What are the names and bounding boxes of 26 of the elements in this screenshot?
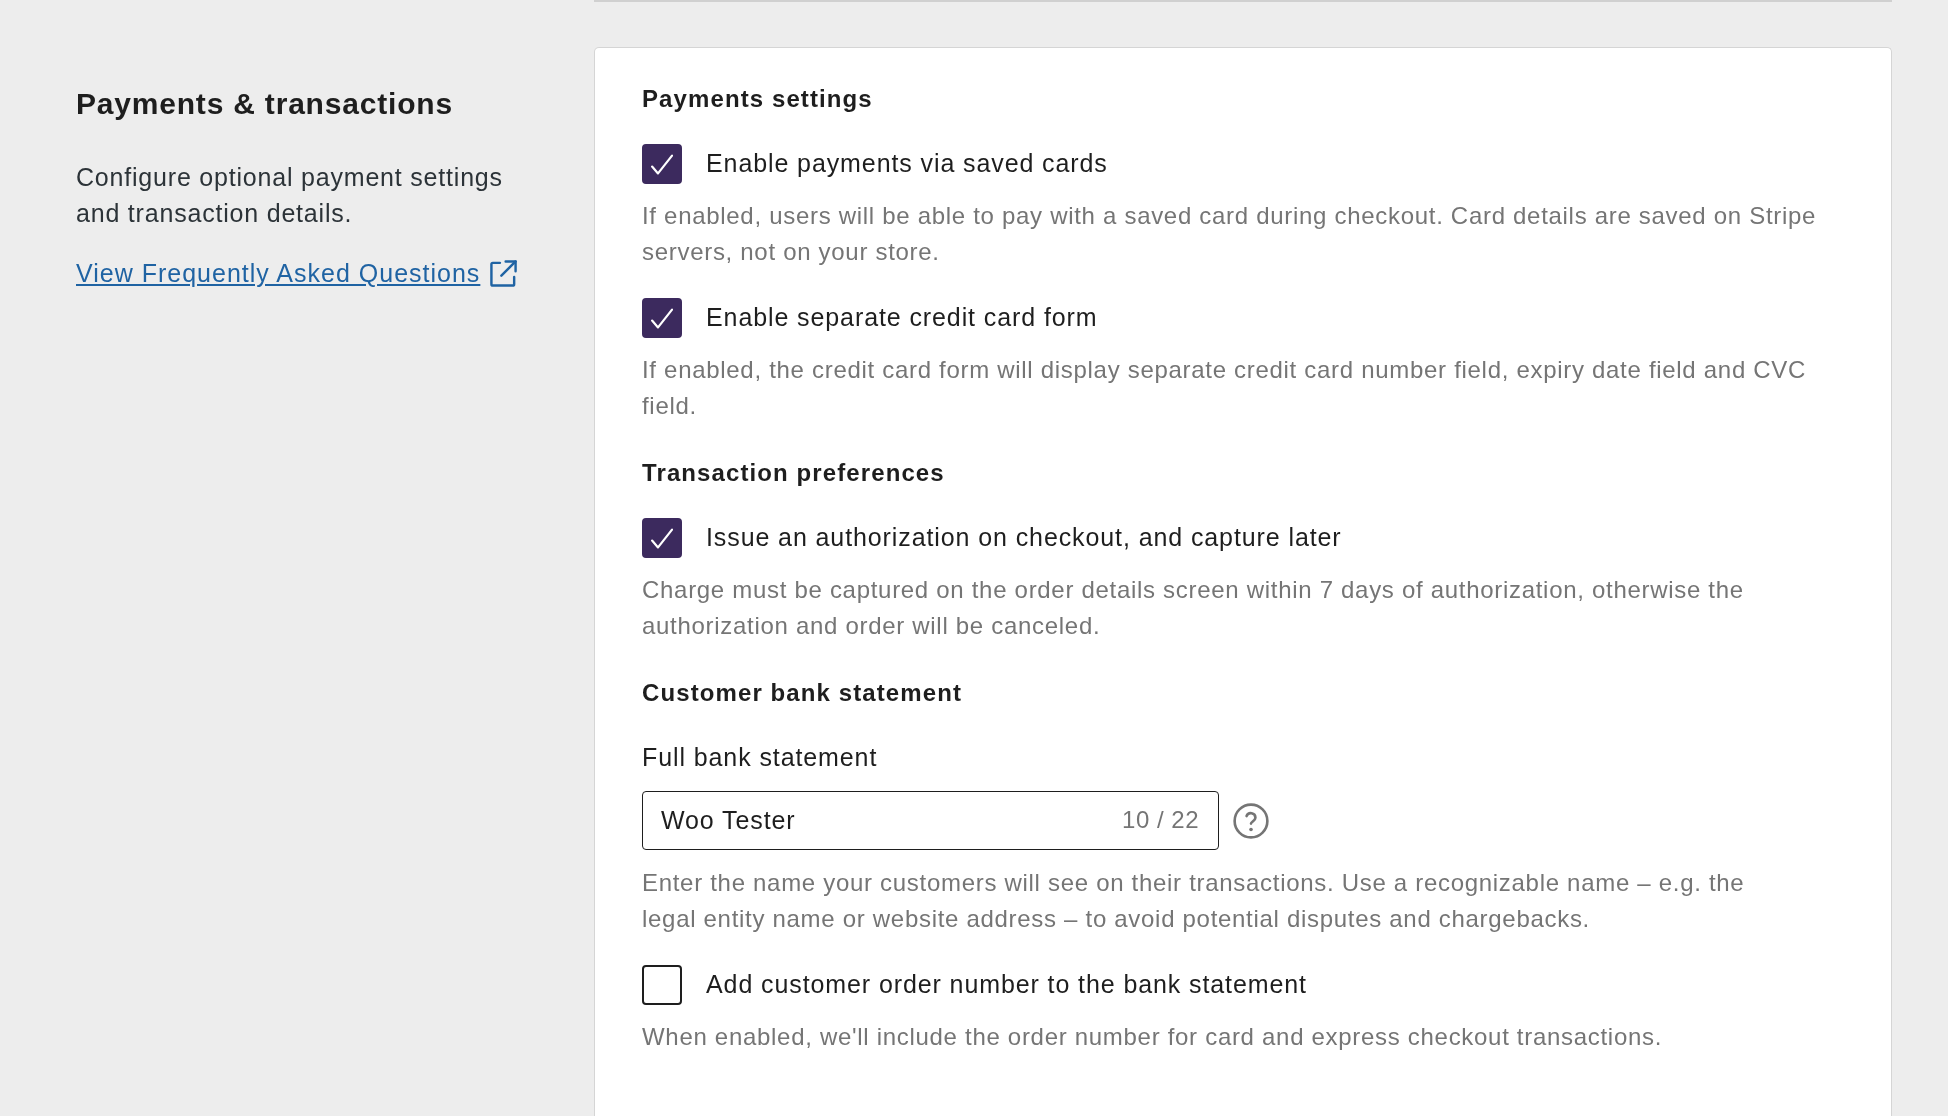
checkbox-label: Enable separate credit card form	[706, 302, 1098, 334]
help-text: If enabled, the credit card form will display separate credit card number field, expiry date field and CVC field.	[642, 355, 1808, 421]
group-heading: Payments settings	[642, 85, 874, 113]
help-text: Enter the name your customers will see on their transactions. Use a recognizable name – e.g. the legal entity name or website address – to avoid potential disputes and chargebacks.	[642, 868, 1746, 934]
help-text: When enabled, we'll include the order number for card and express checkout transactions.	[642, 1022, 1664, 1052]
checkbox[interactable]	[642, 298, 682, 338]
check-icon	[651, 153, 673, 175]
external-link-icon	[490, 259, 518, 287]
help-text: If enabled, users will be able to pay with a saved card during checkout. Card details are saved on Stripe servers, not on your store.	[642, 201, 1818, 267]
help-icon[interactable]	[1233, 802, 1269, 839]
faq-link[interactable]: View Frequently Asked Questions	[76, 257, 518, 289]
field-label: Full bank statement	[642, 743, 879, 771]
group-heading: Transaction preferences	[642, 459, 946, 487]
checkbox-label: Issue an authorization on checkout, and capture later	[706, 522, 1342, 554]
checkbox[interactable]	[642, 144, 682, 184]
section-description: Configure optional payment settings and transaction details.	[76, 162, 504, 229]
check-icon	[651, 527, 673, 549]
help-text: Charge must be captured on the order details screen within 7 days of authorization, otherwise the authorization and order will be canceled.	[642, 575, 1745, 641]
check-icon	[651, 307, 673, 329]
checkbox-label: Enable payments via saved cards	[706, 148, 1108, 180]
character-counter: 10 / 22	[1122, 805, 1199, 835]
checkbox[interactable]	[642, 965, 682, 1005]
checkbox-label: Add customer order number to the bank statement	[706, 969, 1307, 1001]
section-title: Payments & transactions	[76, 86, 454, 122]
checkbox[interactable]	[642, 518, 682, 558]
group-heading: Customer bank statement	[642, 679, 964, 707]
